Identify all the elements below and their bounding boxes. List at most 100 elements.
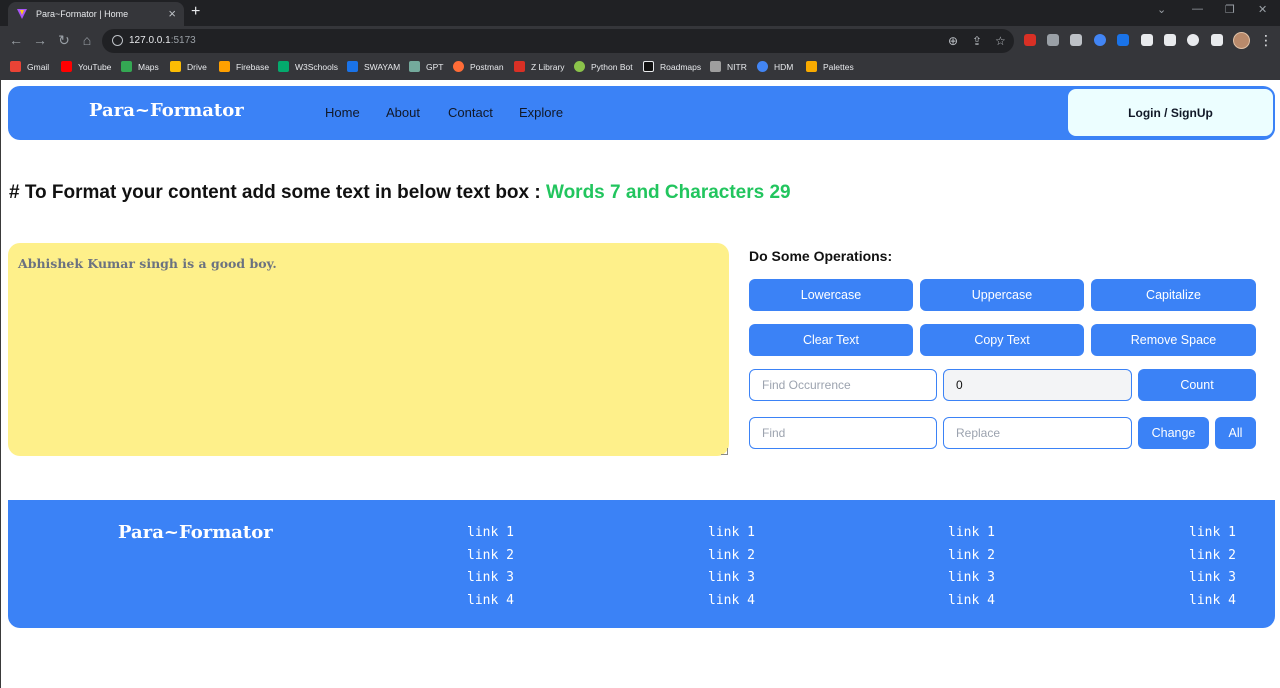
bookmark-youtube[interactable]: YouTube: [61, 61, 111, 72]
footer-link[interactable]: link 2: [948, 545, 995, 568]
bookmarks-bar: Gmail YouTube Maps Drive Firebase W3Scho…: [0, 56, 1280, 80]
address-bar[interactable]: 127.0.0.1:5173 ⊕ ⇪ ☆: [102, 29, 1014, 53]
url-text: 127.0.0.1:5173: [129, 35, 196, 46]
footer: Para~Formator link 1 link 2 link 3 link …: [8, 500, 1275, 628]
drive-icon: [170, 61, 181, 72]
browser-toolbar: ← → ↻ ⌂ 127.0.0.1:5173 ⊕ ⇪ ☆ ⋮: [0, 26, 1280, 56]
text-input-area[interactable]: Abhishek Kumar singh is a good boy.: [8, 243, 729, 456]
python-bot-icon: [574, 61, 585, 72]
nav-link-about[interactable]: About: [386, 105, 420, 120]
vite-favicon-icon: [17, 9, 27, 19]
bookmark-w3schools[interactable]: W3Schools: [278, 61, 338, 72]
navbar: Para~Formator Home About Contact Explore…: [8, 86, 1275, 140]
bookmark-postman[interactable]: Postman: [453, 61, 504, 72]
footer-link[interactable]: link 4: [1189, 590, 1236, 613]
footer-column: link 1 link 2 link 3 link 4: [948, 522, 995, 612]
footer-column: link 1 link 2 link 3 link 4: [708, 522, 755, 612]
bookmark-star-icon[interactable]: ☆: [995, 34, 1006, 48]
footer-link[interactable]: link 3: [708, 567, 755, 590]
bookmark-maps[interactable]: Maps: [121, 61, 159, 72]
gmail-icon: [10, 61, 21, 72]
browser-tab[interactable]: Para~Formator | Home ×: [8, 2, 184, 26]
bookmark-drive[interactable]: Drive: [170, 61, 207, 72]
page-heading: # To Format your content add some text i…: [9, 182, 791, 204]
minimize-icon[interactable]: —: [1192, 3, 1203, 15]
forward-icon[interactable]: →: [32, 32, 48, 48]
footer-link[interactable]: link 3: [948, 567, 995, 590]
tab-search-icon[interactable]: ⌄: [1157, 3, 1166, 16]
footer-link[interactable]: link 2: [1189, 545, 1236, 568]
capitalize-button[interactable]: Capitalize: [1091, 279, 1256, 311]
profile-avatar[interactable]: [1233, 32, 1250, 49]
w3schools-icon: [278, 61, 289, 72]
page-viewport: Para~Formator Home About Contact Explore…: [0, 80, 1280, 688]
heading-text: # To Format your content add some text i…: [9, 182, 546, 203]
footer-link[interactable]: link 3: [467, 567, 514, 590]
menu-kebab-icon[interactable]: ⋮: [1258, 32, 1274, 48]
footer-link[interactable]: link 4: [467, 590, 514, 613]
footer-link[interactable]: link 1: [467, 522, 514, 545]
nav-link-home[interactable]: Home: [325, 105, 360, 120]
back-icon[interactable]: ←: [8, 32, 24, 48]
extension-icon[interactable]: [1024, 34, 1036, 46]
footer-column: link 1 link 2 link 3 link 4: [467, 522, 514, 612]
lowercase-button[interactable]: Lowercase: [749, 279, 913, 311]
resize-handle-icon[interactable]: [721, 448, 728, 455]
footer-link[interactable]: link 4: [708, 590, 755, 613]
bookmark-zlibrary[interactable]: Z Library: [514, 61, 565, 72]
find-input[interactable]: Find: [749, 417, 937, 449]
copy-text-button[interactable]: Copy Text: [920, 324, 1084, 356]
camera-extension-icon[interactable]: [1070, 34, 1082, 46]
bookmark-roadmaps[interactable]: Roadmaps: [643, 61, 701, 72]
nav-link-explore[interactable]: Explore: [519, 105, 563, 120]
youtube-icon: [61, 61, 72, 72]
puzzle-extensions-icon[interactable]: [1141, 34, 1153, 46]
close-window-icon[interactable]: ✕: [1258, 3, 1267, 16]
reload-icon[interactable]: ↻: [56, 32, 72, 48]
bookmark-swayam[interactable]: SWAYAM: [347, 61, 400, 72]
side-panel-icon[interactable]: [1211, 34, 1223, 46]
change-button[interactable]: Change: [1138, 417, 1209, 449]
bookmark-gmail[interactable]: Gmail: [10, 61, 49, 72]
audio-extension-icon[interactable]: [1117, 34, 1129, 46]
swayam-icon: [347, 61, 358, 72]
footer-link[interactable]: link 4: [948, 590, 995, 613]
maps-icon: [121, 61, 132, 72]
home-icon[interactable]: ⌂: [79, 32, 95, 48]
zoom-icon[interactable]: ⊕: [948, 34, 958, 48]
close-tab-icon[interactable]: ×: [168, 7, 176, 20]
bookmark-nitr[interactable]: NITR: [710, 61, 747, 72]
media-queue-icon[interactable]: [1164, 34, 1176, 46]
replace-input[interactable]: Replace: [943, 417, 1132, 449]
shield-extension-icon[interactable]: [1047, 34, 1059, 46]
footer-link[interactable]: link 3: [1189, 567, 1236, 590]
footer-link[interactable]: link 1: [948, 522, 995, 545]
replace-all-button[interactable]: All: [1215, 417, 1256, 449]
footer-link[interactable]: link 2: [708, 545, 755, 568]
navbar-brand[interactable]: Para~Formator: [89, 100, 244, 121]
share-icon[interactable]: ⇪: [972, 34, 982, 48]
login-signup-button[interactable]: Login / SignUp: [1066, 87, 1275, 138]
footer-link[interactable]: link 2: [467, 545, 514, 568]
google-icon[interactable]: [1187, 34, 1199, 46]
find-occurrence-input[interactable]: Find Occurrence: [749, 369, 937, 401]
uppercase-button[interactable]: Uppercase: [920, 279, 1084, 311]
remove-space-button[interactable]: Remove Space: [1091, 324, 1256, 356]
new-tab-icon[interactable]: +: [191, 4, 200, 20]
bookmark-python-bot[interactable]: Python Bot: [574, 61, 633, 72]
restore-icon[interactable]: ❐: [1225, 3, 1235, 16]
footer-column: link 1 link 2 link 3 link 4: [1189, 522, 1236, 612]
footer-link[interactable]: link 1: [708, 522, 755, 545]
bookmark-firebase[interactable]: Firebase: [219, 61, 269, 72]
clear-text-button[interactable]: Clear Text: [749, 324, 913, 356]
bookmark-gpt[interactable]: GPT: [409, 61, 443, 72]
footer-brand[interactable]: Para~Formator: [118, 522, 273, 543]
sync-extension-icon[interactable]: [1094, 34, 1106, 46]
nav-link-contact[interactable]: Contact: [448, 105, 493, 120]
footer-link[interactable]: link 1: [1189, 522, 1236, 545]
bookmark-palettes[interactable]: Palettes: [806, 61, 854, 72]
bookmark-hdm[interactable]: HDM: [757, 61, 793, 72]
zlibrary-icon: [514, 61, 525, 72]
count-button[interactable]: Count: [1138, 369, 1256, 401]
site-info-icon[interactable]: [112, 35, 123, 46]
